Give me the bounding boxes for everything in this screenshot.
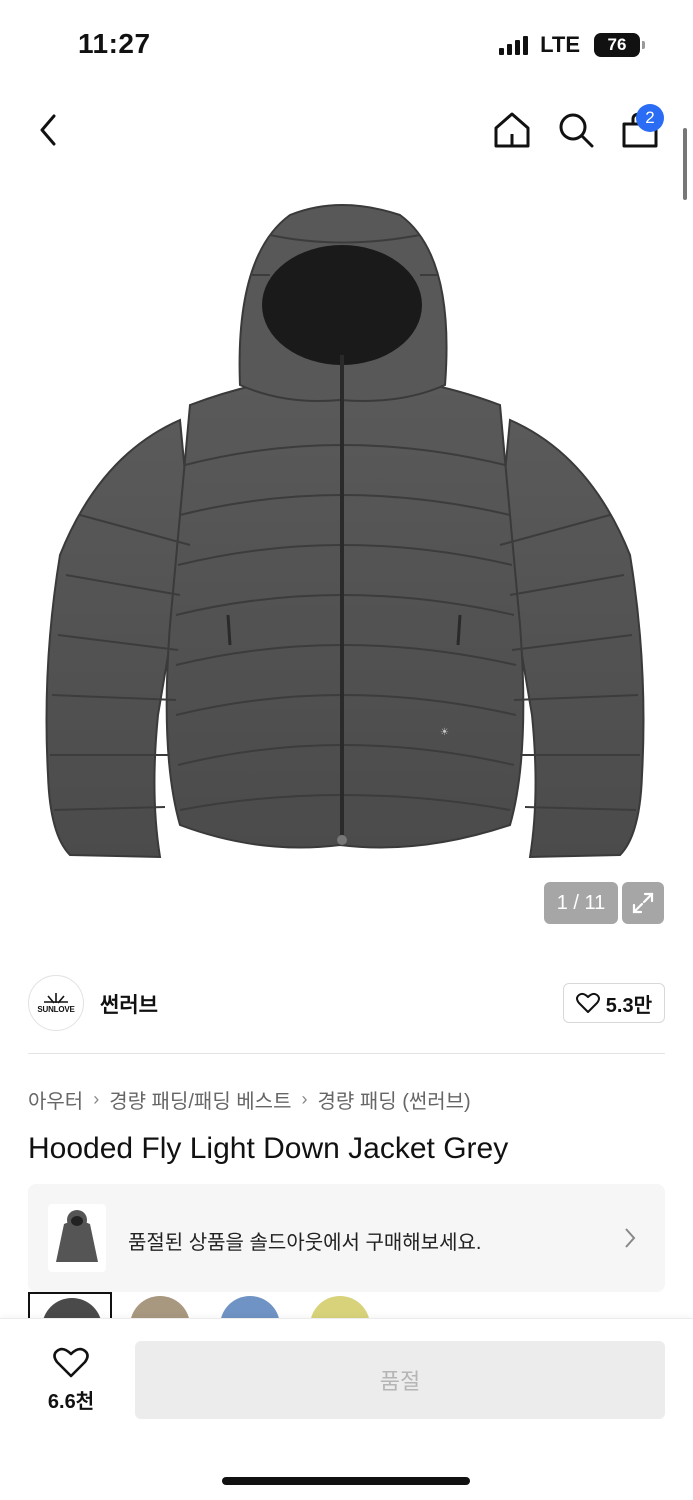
heart-icon <box>53 1347 89 1378</box>
brand-like-button[interactable]: 5.3만 <box>562 983 665 1023</box>
chevron-right-icon: › <box>301 1089 308 1109</box>
soldout-button[interactable]: 품절 <box>135 1341 665 1419</box>
soldout-banner-text: 품절된 상품을 솔드아웃에서 구매해보세요. <box>128 1232 482 1254</box>
bottom-action-bar: 6.6천 품절 <box>0 1318 693 1500</box>
brand-logo-text: SUNLOVE <box>37 1004 75 1014</box>
color-swatch[interactable] <box>118 1292 202 1318</box>
home-indicator[interactable] <box>222 1477 470 1485</box>
battery-level: 76 <box>594 33 640 57</box>
breadcrumb-item[interactable]: 경량 패딩/패딩 베스트 <box>109 1085 291 1114</box>
cart-count-badge: 2 <box>636 104 664 132</box>
status-indicators: LTE 76 <box>499 32 645 58</box>
breadcrumb-item[interactable]: 경량 패딩 (썬러브) <box>317 1085 470 1114</box>
network-label: LTE <box>540 32 580 57</box>
signal-icon <box>499 35 529 55</box>
brand-logo[interactable]: SUNLOVE <box>28 975 84 1031</box>
breadcrumb-item[interactable]: 아우터 <box>28 1085 83 1114</box>
brand-like-count: 5.3만 <box>605 994 652 1017</box>
product-image[interactable]: ☀ <box>40 195 650 865</box>
breadcrumb: 아우터 › 경량 패딩/패딩 베스트 › 경량 패딩 (썬러브) <box>28 1085 471 1114</box>
brand-row[interactable]: SUNLOVE 썬러브 5.3만 <box>28 975 665 1033</box>
status-bar: 11:27 LTE 76 <box>0 0 693 92</box>
status-time: 11:27 <box>78 28 151 59</box>
product-title: Hooded Fly Light Down Jacket Grey <box>28 1132 509 1165</box>
divider <box>28 1053 665 1054</box>
chevron-right-icon <box>623 1226 637 1250</box>
color-swatch[interactable] <box>298 1292 382 1318</box>
top-nav <box>0 100 693 160</box>
color-swatch[interactable] <box>28 1292 112 1318</box>
scrollbar[interactable] <box>683 128 687 200</box>
search-icon[interactable] <box>554 108 598 152</box>
expand-icon[interactable] <box>622 882 664 924</box>
heart-icon <box>575 992 600 1013</box>
wishlist-button[interactable]: 6.6천 <box>30 1347 112 1414</box>
svg-text:☀: ☀ <box>440 727 449 738</box>
soldout-banner[interactable]: 품절된 상품을 솔드아웃에서 구매해보세요. <box>28 1184 665 1292</box>
color-swatch[interactable] <box>208 1292 292 1318</box>
soldout-thumbnail <box>48 1204 106 1272</box>
home-icon[interactable] <box>490 108 534 152</box>
image-counter: 1 / 11 <box>544 882 618 924</box>
brand-name[interactable]: 썬러브 <box>100 989 158 1019</box>
wishlist-count: 6.6천 <box>47 1391 95 1413</box>
sun-logo-icon <box>44 992 68 1004</box>
chevron-right-icon: › <box>93 1089 100 1109</box>
chevron-left-icon[interactable] <box>34 110 66 150</box>
color-swatches <box>28 1292 382 1318</box>
battery-icon: 76 <box>594 33 645 57</box>
